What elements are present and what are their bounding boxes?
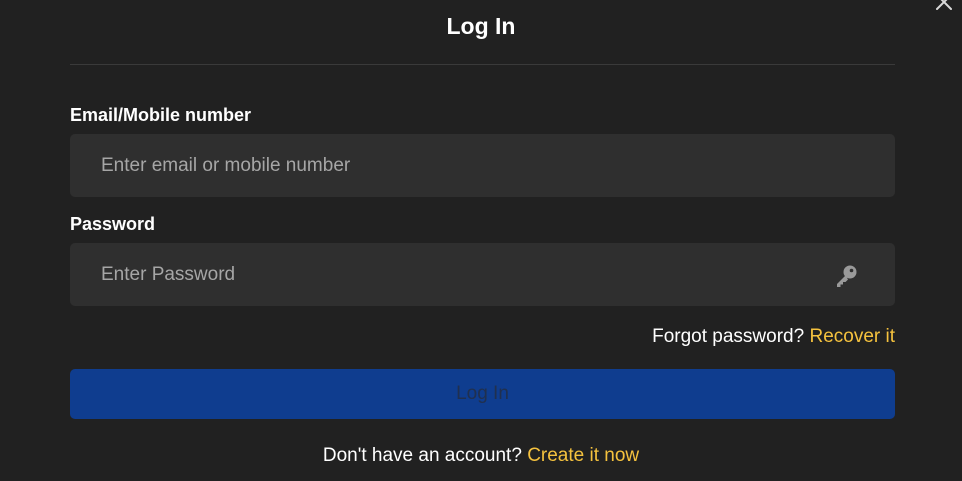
modal-title: Log In [446, 13, 516, 39]
close-icon [936, 0, 952, 10]
close-button[interactable] [934, 0, 954, 12]
forgot-password-row: Forgot password? Recover it [652, 325, 895, 349]
title-divider [70, 64, 895, 65]
password-field-container [70, 243, 895, 306]
create-account-link[interactable]: Create it now [527, 445, 639, 466]
signup-row: Don't have an account? Create it now [0, 444, 962, 468]
email-input[interactable] [70, 134, 895, 197]
recover-password-link[interactable]: Recover it [809, 326, 895, 347]
forgot-password-prompt: Forgot password? [652, 326, 805, 347]
email-label: Email/Mobile number [70, 105, 252, 125]
login-modal: Log In Email/Mobile number Password Forg… [0, 0, 962, 481]
key-icon[interactable] [833, 263, 859, 289]
signup-prompt: Don't have an account? [322, 445, 522, 466]
password-label: Password [70, 214, 156, 234]
email-field-container [70, 134, 895, 197]
password-input[interactable] [70, 243, 895, 306]
login-button[interactable]: Log In [70, 369, 895, 419]
